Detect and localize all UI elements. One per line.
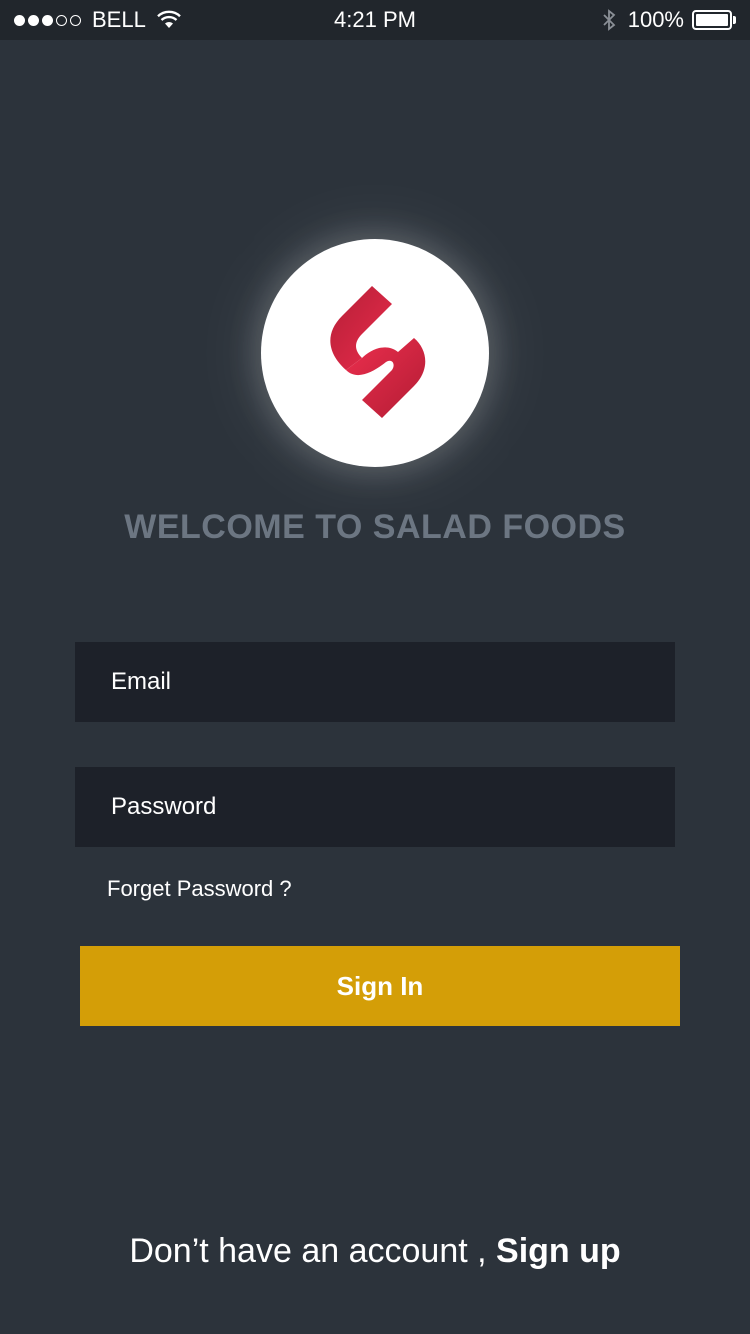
status-bar: BELL 4:21 PM 100% — [0, 0, 750, 40]
welcome-title: WELCOME TO SALAD FOODS — [124, 508, 626, 546]
signup-prompt: Don’t have an account , Sign up — [0, 1232, 750, 1271]
email-field[interactable] — [75, 642, 675, 722]
signup-prompt-text: Don’t have an account , — [129, 1232, 487, 1270]
sign-in-button[interactable]: Sign In — [80, 946, 680, 1026]
status-right: 100% — [600, 0, 736, 40]
bluetooth-icon — [603, 9, 616, 31]
battery-icon — [692, 10, 736, 30]
forgot-password-link[interactable]: Forget Password ? — [107, 876, 292, 902]
app-logo — [261, 239, 489, 467]
password-field[interactable] — [75, 767, 675, 847]
battery-percentage: 100% — [627, 7, 684, 32]
password-input[interactable] — [109, 792, 675, 822]
email-input[interactable] — [109, 667, 675, 697]
sign-up-link[interactable]: Sign up — [496, 1232, 621, 1270]
salad-foods-logo-icon — [330, 286, 426, 418]
